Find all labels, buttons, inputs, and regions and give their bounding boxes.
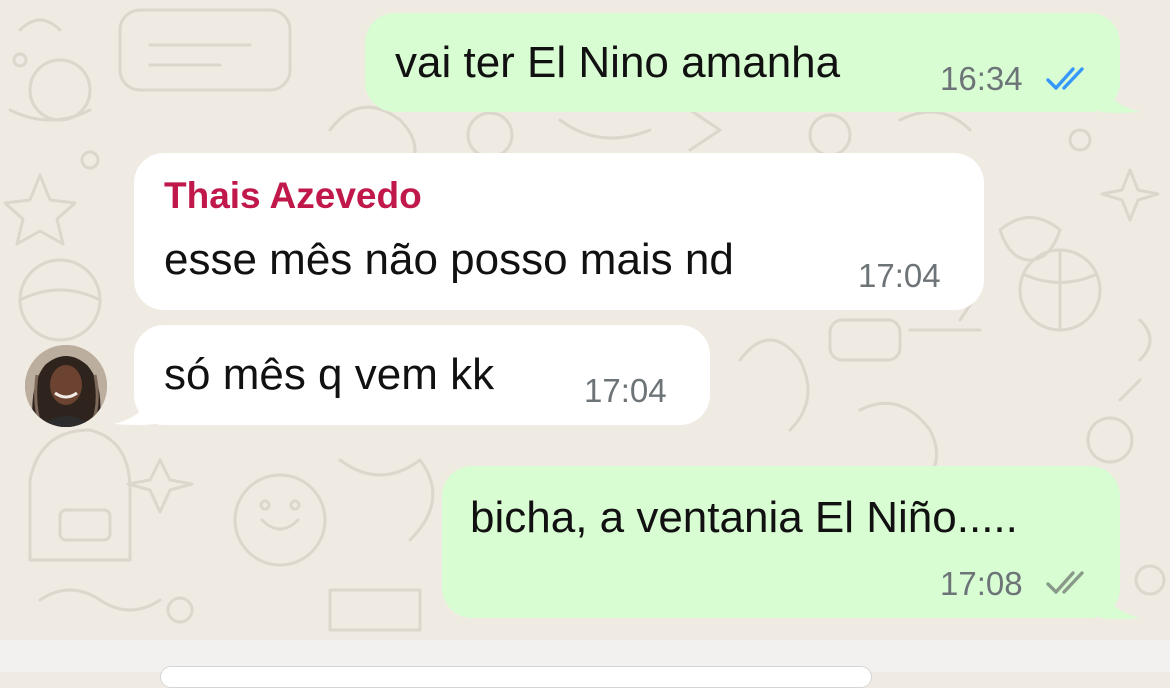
bubble-tail [114, 390, 154, 425]
incoming-message-bubble[interactable]: só mês q vem kk 17:04 [134, 325, 710, 425]
outgoing-message-bubble[interactable]: vai ter El Nino amanha 16:34 [365, 13, 1120, 112]
message-timestamp: 17:04 [584, 372, 667, 409]
message-text: esse mês não posso mais nd [164, 235, 734, 284]
message-timestamp: 16:34 [940, 60, 1023, 97]
avatar-photo [25, 345, 107, 427]
message-text: só mês q vem kk [164, 350, 495, 399]
contact-avatar[interactable] [25, 345, 107, 427]
bubble-tail [1100, 584, 1140, 619]
double-check-blue-icon [1046, 67, 1084, 90]
message-text: vai ter El Nino amanha [395, 38, 841, 87]
message-input[interactable] [160, 666, 872, 688]
message-text: bicha, a ventania El Niño..... [470, 493, 1018, 542]
outgoing-message-bubble[interactable]: bicha, a ventania El Niño..... 17:08 [442, 466, 1120, 618]
message-timestamp: 17:04 [858, 257, 941, 294]
sender-name[interactable]: Thais Azevedo [164, 177, 422, 214]
double-check-gray-icon [1046, 571, 1084, 594]
message-timestamp: 17:08 [940, 565, 1023, 602]
incoming-message-bubble[interactable]: Thais Azevedo esse mês não posso mais nd… [134, 153, 984, 310]
bubble-tail [1100, 78, 1140, 113]
